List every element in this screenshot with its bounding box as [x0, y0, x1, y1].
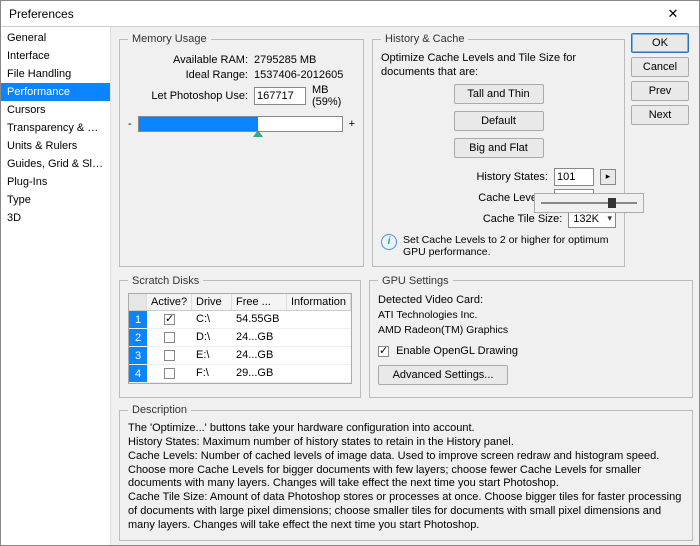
- let-use-input[interactable]: [254, 87, 306, 105]
- sidebar-item-guides-grid-slices[interactable]: Guides, Grid & Slices: [1, 155, 110, 173]
- table-row[interactable]: 4F:\29...GB: [129, 365, 351, 383]
- ok-button[interactable]: OK: [631, 33, 689, 53]
- scratch-legend: Scratch Disks: [128, 275, 203, 287]
- main-panel: OK Cancel Prev Next Memory Usage Availab…: [111, 27, 699, 545]
- detected-card-label: Detected Video Card:: [378, 293, 684, 308]
- col-active: Active?: [147, 294, 192, 310]
- let-use-label: Let Photoshop Use:: [128, 90, 248, 102]
- history-states-flyout-icon[interactable]: ▸: [600, 169, 616, 185]
- description-text: The 'Optimize...' buttons take your hard…: [128, 422, 684, 532]
- let-use-suffix: MB (59%): [312, 84, 355, 108]
- col-info: Information: [287, 294, 351, 310]
- description-group: Description The 'Optimize...' buttons ta…: [119, 404, 693, 541]
- sidebar-item-interface[interactable]: Interface: [1, 47, 110, 65]
- scratch-disks-group: Scratch Disks Active? Drive Free ... Inf…: [119, 275, 361, 399]
- history-states-slider-popup[interactable]: [534, 193, 644, 213]
- advanced-settings-button[interactable]: Advanced Settings...: [378, 365, 508, 385]
- slider-knob-icon[interactable]: [608, 198, 616, 208]
- enable-opengl-checkbox[interactable]: [378, 346, 389, 357]
- cache-info-text: Set Cache Levels to 2 or higher for opti…: [403, 234, 616, 258]
- scratch-active-checkbox[interactable]: [164, 332, 175, 343]
- table-row[interactable]: 3E:\24...GB: [129, 347, 351, 365]
- sidebar-item-type[interactable]: Type: [1, 191, 110, 209]
- scratch-drive: F:\: [192, 367, 232, 379]
- table-row[interactable]: 2D:\24...GB: [129, 329, 351, 347]
- gpu-vendor: ATI Technologies Inc.: [378, 308, 684, 323]
- sidebar-item-file-handling[interactable]: File Handling: [1, 65, 110, 83]
- big-flat-button[interactable]: Big and Flat: [454, 138, 544, 158]
- description-legend: Description: [128, 404, 191, 416]
- cache-tile-size-label: Cache Tile Size:: [483, 213, 562, 225]
- available-ram-value: 2795285 MB: [254, 54, 316, 66]
- tall-thin-button[interactable]: Tall and Thin: [454, 84, 544, 104]
- slider-plus[interactable]: +: [349, 118, 355, 130]
- ideal-range-value: 1537406-2012605: [254, 69, 343, 81]
- history-legend: History & Cache: [381, 33, 468, 45]
- slider-minus[interactable]: -: [128, 118, 132, 130]
- history-states-input[interactable]: [554, 168, 594, 186]
- history-intro: Optimize Cache Levels and Tile Size for …: [381, 51, 616, 80]
- scratch-free: 54.55GB: [232, 313, 287, 325]
- ideal-range-label: Ideal Range:: [128, 69, 248, 81]
- preferences-dialog: Preferences ✕ GeneralInterfaceFile Handl…: [0, 0, 700, 546]
- enable-opengl-label: Enable OpenGL Drawing: [396, 345, 518, 357]
- col-free: Free ...: [232, 294, 287, 310]
- memory-slider[interactable]: [138, 116, 343, 132]
- slider-thumb-icon[interactable]: [253, 130, 263, 137]
- col-drive: Drive: [192, 294, 232, 310]
- sidebar-item-cursors[interactable]: Cursors: [1, 101, 110, 119]
- dialog-buttons: OK Cancel Prev Next: [631, 33, 689, 129]
- history-states-label: History States:: [476, 171, 548, 183]
- scratch-active-checkbox[interactable]: [164, 368, 175, 379]
- prev-button[interactable]: Prev: [631, 81, 689, 101]
- scratch-drive: D:\: [192, 331, 232, 343]
- sidebar-item-performance[interactable]: Performance: [1, 83, 110, 101]
- sidebar-item-plug-ins[interactable]: Plug-Ins: [1, 173, 110, 191]
- scratch-table: Active? Drive Free ... Information 1C:\5…: [128, 293, 352, 384]
- sidebar-item-general[interactable]: General: [1, 29, 110, 47]
- scratch-active-checkbox[interactable]: [164, 314, 175, 325]
- info-icon: i: [381, 234, 397, 250]
- default-button[interactable]: Default: [454, 111, 544, 131]
- cancel-button[interactable]: Cancel: [631, 57, 689, 77]
- sidebar-item-units-rulers[interactable]: Units & Rulers: [1, 137, 110, 155]
- scratch-free: 24...GB: [232, 349, 287, 361]
- memory-legend: Memory Usage: [128, 33, 211, 45]
- window-title: Preferences: [9, 7, 74, 21]
- memory-usage-group: Memory Usage Available RAM: 2795285 MB I…: [119, 33, 364, 267]
- scratch-drive: C:\: [192, 313, 232, 325]
- scratch-free: 29...GB: [232, 367, 287, 379]
- gpu-card: AMD Radeon(TM) Graphics: [378, 323, 684, 338]
- gpu-settings-group: GPU Settings Detected Video Card: ATI Te…: [369, 275, 693, 399]
- titlebar: Preferences ✕: [1, 1, 699, 27]
- table-row[interactable]: 1C:\54.55GB: [129, 311, 351, 329]
- sidebar-item-transparency-gamut[interactable]: Transparency & Gamut: [1, 119, 110, 137]
- next-button[interactable]: Next: [631, 105, 689, 125]
- sidebar-item-3d[interactable]: 3D: [1, 209, 110, 227]
- gpu-legend: GPU Settings: [378, 275, 453, 287]
- scratch-active-checkbox[interactable]: [164, 350, 175, 361]
- scratch-free: 24...GB: [232, 331, 287, 343]
- scratch-drive: E:\: [192, 349, 232, 361]
- close-icon[interactable]: ✕: [655, 4, 691, 24]
- available-ram-label: Available RAM:: [128, 54, 248, 66]
- history-cache-group: History & Cache Optimize Cache Levels an…: [372, 33, 625, 267]
- category-sidebar: GeneralInterfaceFile HandlingPerformance…: [1, 27, 111, 545]
